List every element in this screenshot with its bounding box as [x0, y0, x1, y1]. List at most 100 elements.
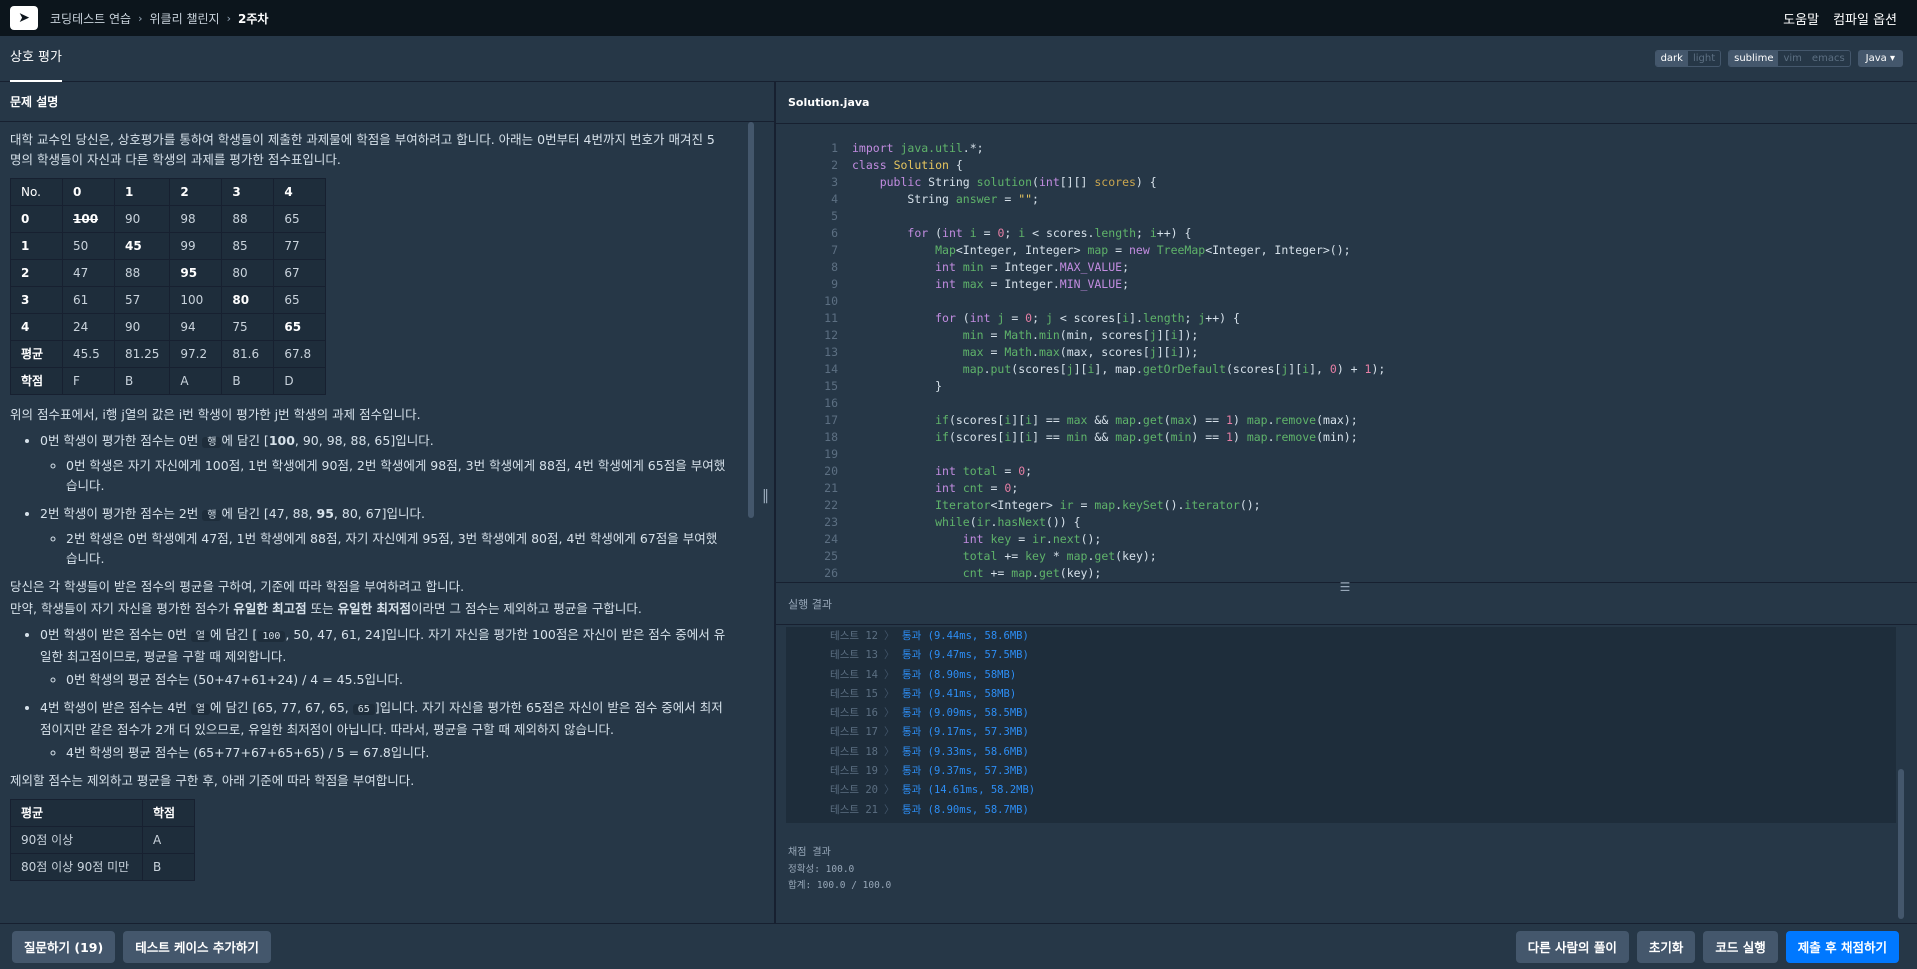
- table-cell: 1: [113, 178, 171, 206]
- table-cell: 평균: [10, 340, 63, 368]
- submit-button[interactable]: 제출 후 채점하기: [1785, 930, 1899, 963]
- table-cell: 65: [273, 205, 327, 233]
- programmers-logo-icon[interactable]: ➤: [10, 6, 38, 30]
- table-row: 4 24 90 94 75 65: [10, 313, 327, 341]
- table-cell: 24: [62, 313, 115, 341]
- example-bold: 100: [268, 433, 295, 448]
- grading-title: 채점 결과: [788, 847, 831, 858]
- line-number: 6: [831, 226, 838, 240]
- theme-dark-option[interactable]: dark: [1655, 51, 1688, 66]
- question-button[interactable]: 질문하기 (19): [12, 930, 116, 963]
- test-value: 통과 (9.17ms, 57.3MB): [902, 726, 1029, 739]
- table-cell: 81.25: [113, 340, 171, 368]
- keymap-sublime-option[interactable]: sublime: [1729, 51, 1779, 66]
- keymap-emacs-option[interactable]: emacs: [1806, 51, 1850, 66]
- code-line: 9 int max = Integer.MIN_VALUE;: [776, 276, 1917, 293]
- list-item: 0번 학생이 받은 점수는 0번 열에 담긴 [100, 50, 47, 61,…: [40, 625, 726, 690]
- code-line: 15 }: [776, 378, 1917, 395]
- example-bold: 95: [316, 506, 334, 521]
- line-number: 7: [831, 243, 838, 257]
- code-line: 3 public String solution(int[][] scores)…: [776, 174, 1917, 191]
- list-item: 테스트 16 〉 통과 (9.09ms, 58.5MB): [786, 704, 1896, 723]
- code-line: 8 int min = Integer.MAX_VALUE;: [776, 259, 1917, 276]
- code-line: 14 map.put(scores[j][i], map.getOrDefaul…: [776, 361, 1917, 378]
- example-text: , 90, 98, 88, 65]입니다.: [294, 433, 434, 448]
- code-line: 19: [776, 446, 1917, 463]
- table-cell: 67.8: [273, 340, 327, 368]
- table-cell: F: [62, 367, 115, 395]
- table-row: 90점 이상 A: [10, 826, 195, 854]
- problem-title-tab[interactable]: 상호 평가: [10, 36, 62, 82]
- table-cell: 학점: [142, 799, 195, 827]
- test-value: 통과 (8.90ms, 58MB): [902, 668, 1017, 681]
- table-cell: 90: [113, 205, 171, 233]
- table-cell: 98: [169, 205, 223, 233]
- line-number: 2: [831, 158, 838, 172]
- theme-light-option[interactable]: light: [1687, 51, 1721, 66]
- table-cell: 57: [113, 286, 171, 314]
- action-bar: 질문하기 (19) 테스트 케이스 추가하기 다른 사람의 풀이 초기화 코드 …: [0, 923, 1917, 969]
- language-select[interactable]: Java ▾: [1857, 50, 1903, 67]
- code-line: 4 String answer = "";: [776, 191, 1917, 208]
- code-line: 23 while(ir.hasNext()) {: [776, 514, 1917, 531]
- list-item: 테스트 19 〉 통과 (9.37ms, 57.3MB): [786, 762, 1896, 781]
- example-text: 0번 학생이 받은 점수는 0번: [40, 627, 191, 642]
- keymap-vim-option[interactable]: vim: [1778, 51, 1807, 66]
- resize-handle-icon[interactable]: ‖: [762, 488, 772, 518]
- code-line: 25 total += key * map.get(key);: [776, 548, 1917, 565]
- line-number: 9: [831, 277, 838, 291]
- test-value: 통과 (9.47ms, 57.5MB): [902, 649, 1029, 662]
- list-item: 0번 학생이 평가한 점수는 0번 행에 담긴 [100, 90, 98, 88…: [40, 431, 726, 496]
- line-number: 16: [824, 396, 838, 410]
- list-item: 테스트 12 〉 통과 (9.44ms, 58.6MB): [786, 627, 1896, 646]
- table-cell: 4: [273, 178, 327, 206]
- add-testcase-button[interactable]: 테스트 케이스 추가하기: [123, 930, 271, 963]
- reset-button[interactable]: 초기화: [1636, 930, 1696, 963]
- table-cell: 47: [62, 259, 115, 287]
- results-scrollbar[interactable]: [1898, 769, 1904, 919]
- top-nav: ➤ 코딩테스트 연습 › 위클리 챌린지 › 2주차 도움말 컴파일 옵션: [0, 0, 1917, 36]
- table-row: 학점 F B A B D: [10, 367, 327, 395]
- list-item: 테스트 18 〉 통과 (9.33ms, 58.6MB): [786, 743, 1896, 762]
- breadcrumb-item-challenge[interactable]: 위클리 챌린지: [150, 10, 220, 27]
- example-text: 2번 학생이 평가한 점수는 2번: [40, 506, 203, 521]
- table-header-row: 평균 학점: [10, 799, 195, 827]
- line-number: 24: [824, 532, 838, 546]
- code-line: 11 for (int j = 0; j < scores[i].length;…: [776, 310, 1917, 327]
- list-item: 4번 학생이 받은 점수는 4번 열에 담긴 [65, 77, 67, 65, …: [40, 698, 726, 763]
- line-number: 3: [831, 175, 838, 189]
- table-cell: 88: [221, 205, 275, 233]
- problem-description-panel[interactable]: 문제 설명 대학 교수인 당신은, 상호평가를 통하여 학생들이 제출한 과제물…: [0, 82, 774, 923]
- table-cell: 2: [169, 178, 223, 206]
- test-label: 테스트 12: [830, 630, 878, 642]
- test-results-list[interactable]: 테스트 12 〉 통과 (9.44ms, 58.6MB) 테스트 13 〉 통과 (9.…: [786, 627, 1896, 823]
- section-title: 문제 설명: [0, 82, 774, 122]
- compile-options-link[interactable]: 컴파일 옵션: [1833, 9, 1897, 28]
- example-list: 0번 학생이 평가한 점수는 0번 행에 담긴 [100, 90, 98, 88…: [40, 431, 726, 569]
- code-tag: 열: [190, 631, 210, 642]
- help-link[interactable]: 도움말: [1783, 9, 1819, 28]
- example-text: 에 담긴 [: [209, 627, 258, 642]
- line-number: 15: [824, 379, 838, 393]
- code-line: 13 max = Math.max(max, scores[j][i]);: [776, 344, 1917, 361]
- line-number: 23: [824, 515, 838, 529]
- table-cell: 90: [113, 313, 171, 341]
- code-editor[interactable]: 1 import java.util.*; 2 class Solution { 3…: [776, 140, 1917, 582]
- test-label: 테스트 20: [830, 784, 878, 797]
- others-solutions-button[interactable]: 다른 사람의 풀이: [1515, 930, 1629, 963]
- keymap-toggle: sublime vim emacs: [1728, 50, 1851, 67]
- table-cell: 65: [273, 313, 327, 341]
- table-row: 2 47 88 95 80 67: [10, 259, 327, 287]
- rule-text-a: 만약, 학생들이 자기 자신을 평가한 점수가: [10, 601, 234, 616]
- run-code-button[interactable]: 코드 실행: [1703, 930, 1778, 963]
- theme-toggle: dark light: [1654, 50, 1722, 67]
- breadcrumb-item-practice[interactable]: 코딩테스트 연습: [50, 10, 131, 27]
- table-cell: B: [113, 367, 171, 395]
- drag-handle-icon[interactable]: ☰: [1331, 581, 1359, 593]
- rule-bold-max: 유일한 최고점: [233, 601, 307, 616]
- test-value: 통과 (9.41ms, 58MB): [902, 687, 1017, 700]
- chevron-right-icon: 〉: [884, 784, 895, 797]
- test-label: 테스트 15: [830, 687, 878, 700]
- description-scrollbar[interactable]: [748, 122, 754, 518]
- test-value: 통과 (9.33ms, 58.6MB): [902, 745, 1029, 758]
